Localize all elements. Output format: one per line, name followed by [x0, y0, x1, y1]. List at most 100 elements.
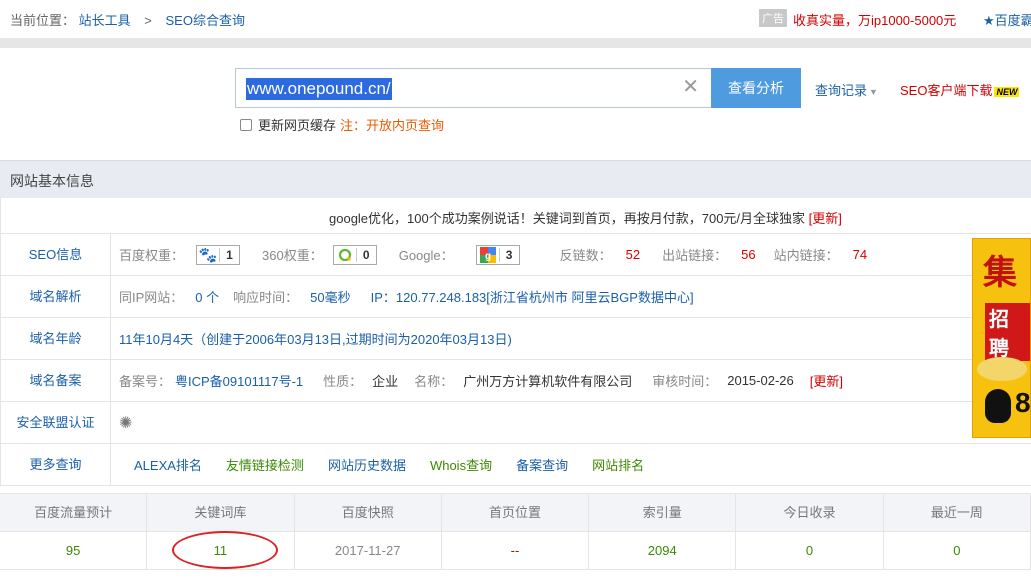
- search-button[interactable]: 查看分析: [711, 68, 801, 108]
- ip-location-link[interactable]: IP：120.77.248.183[浙江省杭州市 阿里云BGP数据中心]: [371, 287, 694, 306]
- domain-age-cells: 11年10月4天（创建于2006年03月13日,过期时间为2020年03月13日…: [119, 318, 512, 359]
- google-pr-badge[interactable]: g 3: [475, 244, 520, 265]
- ad-right-link[interactable]: ★百度霸: [983, 10, 1031, 29]
- domain-age-row: 域名年龄 11年10月4天（创建于2006年03月13日,过期时间为2020年0…: [0, 318, 1031, 360]
- icp-query-link[interactable]: 备案查询: [516, 455, 568, 474]
- 360-weight-value: 0: [355, 247, 376, 262]
- breadcrumb-seo-query[interactable]: SEO综合查询: [166, 13, 245, 28]
- stats-value-baidu-snapshot[interactable]: 2017-11-27: [294, 532, 442, 570]
- seo-info-label[interactable]: SEO信息: [1, 234, 111, 275]
- promo-row: google优化，100个成功案例说话！关键词到首页，再按月付款，700元/月全…: [0, 198, 1031, 234]
- caret-down-icon: ▼: [869, 87, 878, 97]
- icp-label[interactable]: 域名备案: [1, 360, 111, 401]
- seo-client-download-label: SEO客户端下载: [900, 83, 993, 98]
- icp-name-label: 名称：: [414, 374, 454, 389]
- section-header: 网站基本信息: [0, 160, 1031, 198]
- site-info-table: google优化，100个成功案例说话！关键词到首页，再按月付款，700元/月全…: [0, 198, 1031, 486]
- icp-date-label: 审核时间：: [652, 374, 718, 389]
- penguin-icon: [985, 389, 1011, 423]
- stats-header-row: 百度流量预计 关键词库 百度快照 首页位置 索引量 今日收录 最近一周: [0, 494, 1031, 532]
- ad-tag: 广告: [759, 9, 787, 27]
- stats-value-keyword-db[interactable]: 11: [147, 532, 295, 570]
- icp-number-value[interactable]: 粤ICP备09101117号-1: [175, 371, 303, 390]
- whois-query-link[interactable]: Whois查询: [430, 455, 492, 474]
- inlinks-label: 站内链接：: [773, 248, 839, 263]
- baidu-weight-value: 1: [219, 247, 239, 262]
- stats-header-baidu-snapshot: 百度快照: [294, 494, 442, 532]
- top-bar: 当前位置： 站长工具 > SEO综合查询 广告 收真实量，万ip1000-500…: [0, 0, 1031, 38]
- same-ip-value[interactable]: 0 个: [195, 287, 219, 306]
- update-cache-label[interactable]: 更新网页缓存: [258, 115, 336, 134]
- stats-value-baidu-traffic[interactable]: 95: [0, 532, 148, 570]
- stats-value-index-count[interactable]: 2094: [589, 532, 737, 570]
- icp-row: 域名备案 备案号： 粤ICP备09101117号-1 性质： 企业 名称： 广州…: [0, 360, 1031, 402]
- stats-value-last-week[interactable]: 0: [883, 532, 1031, 570]
- security-label[interactable]: 安全联盟认证: [1, 402, 111, 443]
- query-history-dropdown[interactable]: 查询记录 ▼: [815, 80, 878, 99]
- friend-link-check-link[interactable]: 友情链接检测: [226, 455, 304, 474]
- stats-header-home-position: 首页位置: [441, 494, 590, 532]
- dns-cells: 同IP网站： 0 个 响应时间： 50毫秒 IP：120.77.248.183[…: [119, 276, 694, 317]
- cache-note: 注：开放内页查询: [340, 118, 445, 133]
- search-input-value: www.onepound.cn/: [246, 78, 392, 100]
- outlinks-value[interactable]: 56: [741, 247, 755, 262]
- stats-header-index-count: 索引量: [589, 494, 737, 532]
- more-query-cells: ALEXA排名 友情链接检测 网站历史数据 Whois查询 备案查询 网站排名: [134, 444, 644, 485]
- search-input[interactable]: www.onepound.cn/ ✕: [235, 68, 711, 108]
- site-rank-link[interactable]: 网站排名: [592, 455, 644, 474]
- dns-label[interactable]: 域名解析: [1, 276, 111, 317]
- response-time-label: 响应时间：: [233, 290, 299, 305]
- breadcrumb-webmaster-tools[interactable]: 站长工具: [79, 13, 131, 28]
- backlinks-label: 反链数：: [559, 248, 612, 263]
- alexa-rank-link[interactable]: ALEXA排名: [134, 455, 202, 474]
- baidu-weight-badge[interactable]: 🐾 1: [196, 244, 241, 265]
- response-time-value: 50毫秒: [310, 290, 351, 305]
- section-title: 网站基本信息: [10, 173, 94, 189]
- divider-strip: [0, 38, 1031, 48]
- same-ip-label: 同IP网站：: [119, 290, 184, 305]
- stats-header-baidu-traffic: 百度流量预计: [0, 494, 148, 532]
- icp-type-value: 企业: [372, 374, 399, 389]
- google-logo-icon: g: [477, 246, 499, 264]
- ad-link[interactable]: 收真实量，万ip1000-5000元: [793, 10, 956, 29]
- icp-update-link[interactable]: [更新]: [810, 371, 843, 390]
- cache-row: 更新网页缓存 注：开放内页查询: [240, 115, 444, 134]
- icp-number-label: 备案号：: [119, 374, 172, 389]
- domain-age-value[interactable]: 11年10月4天（创建于2006年03月13日,过期时间为2020年03月13日…: [119, 329, 512, 348]
- google-pr-value: 3: [498, 247, 519, 262]
- stats-header-last-week: 最近一周: [883, 494, 1031, 532]
- google-pr-label: Google：: [398, 248, 454, 263]
- inlinks-value[interactable]: 74: [853, 247, 867, 262]
- security-cells: ✺: [119, 402, 132, 443]
- stats-value-home-position[interactable]: --: [441, 532, 590, 570]
- icp-date-value: 2015-02-26: [727, 373, 794, 388]
- 360-weight-label: 360权重：: [262, 248, 323, 263]
- banner-subline: 招聘: [985, 303, 1030, 361]
- query-history-label: 查询记录: [815, 83, 868, 98]
- promo-update-link[interactable]: [更新]: [809, 211, 842, 226]
- 360-weight-badge[interactable]: 0: [332, 244, 377, 265]
- more-query-label[interactable]: 更多查询: [1, 444, 111, 485]
- security-row: 安全联盟认证 ✺: [0, 402, 1031, 444]
- icp-type-label: 性质：: [323, 374, 363, 389]
- baidu-paw-icon: 🐾: [198, 246, 218, 264]
- stats-header-today-indexed: 今日收录: [736, 494, 884, 532]
- history-data-link[interactable]: 网站历史数据: [328, 455, 406, 474]
- update-cache-checkbox[interactable]: [240, 118, 252, 131]
- clear-icon[interactable]: ✕: [682, 76, 699, 98]
- 360-logo-icon: [334, 246, 356, 264]
- outlinks-label: 出站链接：: [662, 248, 728, 263]
- stats-value-today-indexed[interactable]: 0: [736, 532, 884, 570]
- more-query-row: 更多查询 ALEXA排名 友情链接检测 网站历史数据 Whois查询 备案查询 …: [0, 444, 1031, 486]
- breadcrumb-prefix: 当前位置：: [10, 13, 76, 28]
- breadcrumb-separator: >: [144, 13, 152, 28]
- seo-client-download-link[interactable]: SEO客户端下载 NEW: [900, 80, 1020, 99]
- loading-spinner-icon: ✺: [119, 414, 133, 432]
- side-banner-ad[interactable]: 集 招聘 8: [972, 238, 1031, 438]
- domain-age-label[interactable]: 域名年龄: [1, 318, 111, 359]
- promo-link[interactable]: google优化，100个成功案例说话！关键词到首页，再按月付款，700元/月全…: [329, 211, 805, 226]
- banner-headline: 集: [983, 254, 1017, 292]
- breadcrumb: 当前位置： 站长工具 > SEO综合查询: [10, 10, 245, 29]
- dns-row: 域名解析 同IP网站： 0 个 响应时间： 50毫秒 IP：120.77.248…: [0, 276, 1031, 318]
- backlinks-value[interactable]: 52: [626, 247, 640, 262]
